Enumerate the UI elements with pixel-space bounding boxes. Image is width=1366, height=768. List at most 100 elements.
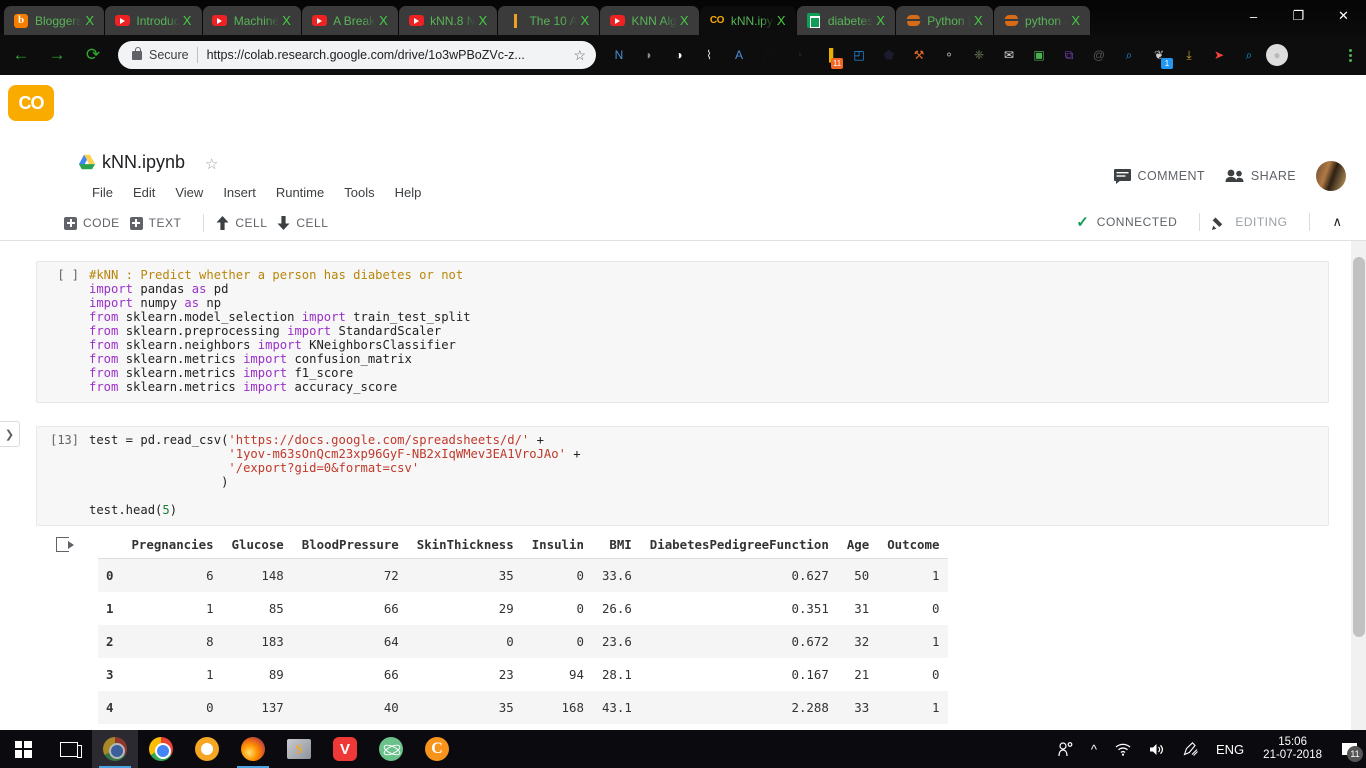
spider-ext[interactable]: ❦ 1 (1146, 42, 1173, 69)
firefox-app[interactable] (230, 730, 276, 768)
show-hidden-icons-button[interactable]: ^ (1082, 742, 1106, 757)
timer-ext[interactable]: ◔ (786, 42, 812, 68)
mail-ext[interactable]: ✉ (996, 42, 1022, 68)
browser-tab-4[interactable]: kNN.8 NX (399, 6, 498, 35)
menu-item-help[interactable]: Help (385, 182, 432, 203)
font-ext[interactable]: A (726, 42, 752, 68)
reload-button[interactable]: ⟳ (78, 40, 108, 70)
cell-prompt[interactable]: [13] (37, 427, 85, 525)
editing-status[interactable]: EDITING (1235, 213, 1297, 231)
volume-icon[interactable] (1140, 743, 1174, 756)
browser-tab-0[interactable]: b Bloggers X (4, 6, 105, 35)
menu-item-view[interactable]: View (165, 182, 213, 203)
menu-item-runtime[interactable]: Runtime (266, 182, 334, 203)
chrome-menu-button[interactable] (1340, 48, 1360, 62)
star-notebook-icon[interactable]: ☆ (205, 155, 218, 173)
close-tab-icon[interactable]: X (85, 13, 97, 28)
notebook-cell[interactable]: [13] test = pd.read_csv('https://docs.go… (36, 426, 1329, 526)
avatar[interactable] (1316, 161, 1346, 191)
browser-tab-1[interactable]: Introduc X (105, 6, 202, 35)
browser-tab-5[interactable]: The 10 AX (498, 6, 600, 35)
arrow-red-ext[interactable]: ➤ (1206, 42, 1232, 68)
leaf-ext[interactable]: ❈ (966, 42, 992, 68)
close-tab-icon[interactable]: X (183, 13, 195, 28)
layers-ext[interactable]: ⬟ (876, 42, 902, 68)
bookmark-star-icon[interactable]: ☆ (573, 47, 586, 64)
people-icon[interactable] (1049, 741, 1082, 757)
close-tab-icon[interactable]: X (680, 13, 692, 28)
share-button[interactable]: SHARE (1225, 169, 1296, 183)
bulb-ext[interactable]: ⚬ (936, 42, 962, 68)
browser-tab-3[interactable]: A Break X (302, 6, 399, 35)
open-left-panel-button[interactable]: ❯ (0, 421, 20, 447)
menu-item-tools[interactable]: Tools (334, 182, 384, 203)
minimize-button[interactable]: – (1231, 0, 1276, 32)
page-scrollbar[interactable] (1351, 241, 1366, 730)
browser-tab-8[interactable]: diabetes X (796, 6, 896, 35)
monitor-ext[interactable]: ▣ (1026, 42, 1052, 68)
cell-prompt[interactable]: [ ] (37, 262, 85, 402)
hammer-ext[interactable]: ⚒ (906, 42, 932, 68)
code-cell[interactable]: [ ] #kNN : Predict whether a person has … (36, 261, 1329, 403)
close-tab-icon[interactable]: X (1071, 13, 1083, 28)
address-bar[interactable]: Secure https://colab.research.google.com… (118, 41, 596, 69)
pen-icon[interactable] (1174, 742, 1207, 756)
move-cell-up-button[interactable]: CELL (216, 214, 277, 232)
url-text[interactable]: https://colab.research.google.com/drive/… (207, 48, 568, 62)
close-tab-icon[interactable]: X (379, 13, 391, 28)
colorbars-ext[interactable]: ▐ 11 (816, 42, 843, 69)
notebook-cell[interactable]: [ ] #kNN : Predict whether a person has … (36, 261, 1329, 403)
code-editor[interactable]: test = pd.read_csv('https://docs.google.… (85, 427, 1328, 525)
scrollbar-thumb[interactable] (1353, 257, 1365, 637)
collapse-toolbar-button[interactable]: ∧ (1322, 214, 1352, 230)
close-tab-icon[interactable]: X (974, 13, 986, 28)
vivaldi-app[interactable]: V (322, 730, 368, 768)
image-ext[interactable]: ◰ (846, 42, 872, 68)
connected-status[interactable]: CONNECTED (1097, 213, 1188, 231)
speaker-ext[interactable]: ◗ (636, 42, 662, 68)
maximize-button[interactable]: ❐ (1276, 0, 1321, 32)
code-editor[interactable]: #kNN : Predict whether a person has diab… (85, 262, 1328, 402)
chromium-app[interactable] (184, 730, 230, 768)
add-text-cell-button[interactable]: TEXT (129, 214, 192, 232)
profile-ext[interactable]: ● (1266, 44, 1288, 66)
forward-button[interactable]: → (42, 40, 72, 70)
notifications-button[interactable]: 11 (1332, 730, 1366, 768)
code-cell[interactable]: [13] test = pd.read_csv('https://docs.go… (36, 426, 1329, 526)
search-blue-ext[interactable]: ⌕ (1116, 42, 1142, 68)
menu-item-edit[interactable]: Edit (123, 182, 165, 203)
menu-item-file[interactable]: File (82, 182, 123, 203)
back-button[interactable]: ← (6, 40, 36, 70)
add-code-cell-button[interactable]: CODE (64, 214, 130, 232)
close-window-button[interactable]: ✕ (1321, 0, 1366, 32)
spiral-ext[interactable]: @ (1086, 42, 1112, 68)
chrome-app[interactable] (138, 730, 184, 768)
download-image-ext[interactable]: ⤓ (1176, 42, 1202, 68)
task-view-button[interactable] (46, 730, 92, 768)
clock[interactable]: 15:06 21-07-2018 (1253, 736, 1332, 762)
close-tab-icon[interactable]: X (876, 13, 888, 28)
move-cell-down-button[interactable]: CELL (277, 214, 338, 232)
menu-item-insert[interactable]: Insert (213, 182, 266, 203)
search-cyan-ext[interactable]: ⌕ (1236, 42, 1262, 68)
start-button[interactable] (0, 730, 46, 768)
browser-tab-7[interactable]: CO kNN.ipy X (699, 6, 796, 35)
waveform-ext[interactable]: ⌇ (696, 42, 722, 68)
close-tab-icon[interactable]: X (478, 13, 490, 28)
contrast-ext[interactable]: ◑ (666, 42, 692, 68)
comment-button[interactable]: COMMENT (1113, 168, 1205, 184)
chrome-dev-app[interactable] (92, 730, 138, 768)
wifi-icon[interactable] (1106, 743, 1140, 756)
close-tab-icon[interactable]: X (580, 13, 592, 28)
windows-ext[interactable]: ⧉ (1056, 42, 1082, 68)
browser-tab-6[interactable]: KNN Alg X (600, 6, 699, 35)
atom-app[interactable] (368, 730, 414, 768)
sublime-app[interactable]: S (276, 730, 322, 768)
close-tab-icon[interactable]: X (282, 13, 294, 28)
c-app[interactable]: C (414, 730, 460, 768)
browser-tab-2[interactable]: Machine X (202, 6, 302, 35)
notion-ext[interactable]: N (606, 42, 632, 68)
language-indicator[interactable]: ENG (1207, 742, 1253, 757)
browser-tab-9[interactable]: Python | X (896, 6, 994, 35)
browser-tab-10[interactable]: python -X (994, 6, 1091, 35)
